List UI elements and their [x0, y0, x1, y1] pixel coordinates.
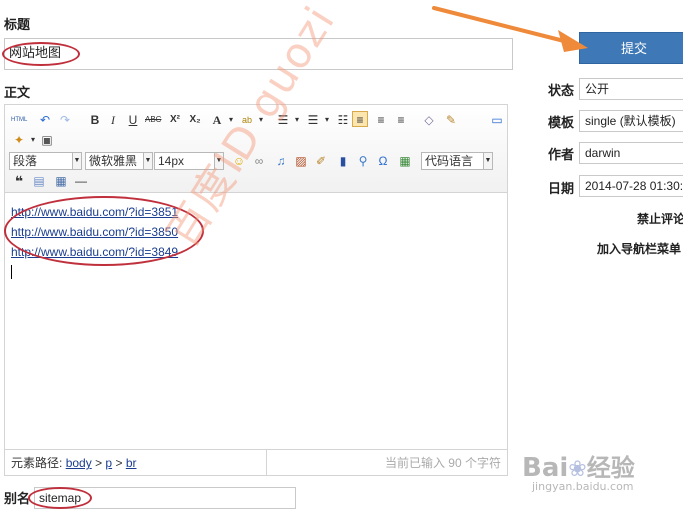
annotation-oval: [2, 42, 80, 66]
indent-icon[interactable]: ☷: [335, 112, 351, 128]
unordered-list-dropdown-icon[interactable]: ▾: [319, 112, 335, 128]
status-select-value: 公开: [585, 82, 610, 96]
html-source-icon[interactable]: HTML: [11, 112, 27, 128]
baidu-logo: Bai❀经验: [522, 448, 635, 483]
path-separator: >: [95, 456, 103, 470]
table-icon[interactable]: ▦: [53, 173, 69, 189]
align-left-icon[interactable]: ≡: [352, 111, 368, 127]
path-item-body[interactable]: body: [66, 456, 92, 470]
template-icon[interactable]: ▤: [31, 173, 47, 189]
video-icon[interactable]: ▮: [335, 153, 351, 169]
path-item-br[interactable]: br: [126, 456, 137, 470]
title-label: 标题: [4, 17, 31, 32]
element-path-label: 元素路径:: [11, 456, 63, 470]
attachment-icon[interactable]: ⚲: [355, 153, 371, 169]
disable-comments-option[interactable]: 禁止评论: [637, 210, 683, 227]
ordered-list-dropdown-icon[interactable]: ▾: [289, 112, 305, 128]
scrawl-icon[interactable]: ✐: [313, 153, 329, 169]
date-label: 日期: [548, 181, 575, 196]
chevron-down-icon: ▼: [72, 153, 81, 169]
author-select[interactable]: darwin: [579, 142, 683, 164]
code-language-select[interactable]: 代码语言 ▼: [421, 152, 493, 170]
align-center-icon[interactable]: ≡: [373, 112, 389, 128]
eraser-icon[interactable]: ◇: [421, 112, 437, 128]
baidu-brand-suffix: 经验: [586, 454, 635, 482]
format-painter-icon[interactable]: ✎: [443, 112, 459, 128]
path-item-p[interactable]: p: [105, 456, 112, 470]
special-char-icon[interactable]: Ω: [375, 153, 391, 169]
baidu-url: jingyan.baidu.com: [532, 480, 634, 493]
date-input-value: 2014-07-28 01:30:0: [585, 179, 683, 193]
author-select-value: darwin: [585, 146, 621, 160]
date-input[interactable]: 2014-07-28 01:30:0: [579, 175, 683, 197]
paragraph-select-value: 段落: [13, 154, 38, 168]
redo-icon[interactable]: ↷: [57, 112, 73, 128]
align-right-icon[interactable]: ≡: [393, 112, 409, 128]
blockquote-icon[interactable]: ❝: [11, 173, 27, 189]
status-label: 状态: [548, 83, 575, 98]
author-label: 作者: [548, 147, 575, 162]
subscript-icon[interactable]: X₂: [187, 112, 203, 128]
path-separator: >: [115, 456, 123, 470]
code-language-select-value: 代码语言: [425, 154, 474, 168]
undo-icon[interactable]: ↶: [37, 112, 53, 128]
annotation-oval: [28, 487, 92, 509]
add-to-nav-option[interactable]: 加入导航栏菜单: [597, 240, 681, 257]
text-caret: [11, 265, 12, 279]
alias-label: 别名: [4, 491, 31, 506]
paw-icon: ❀: [568, 457, 587, 482]
paragraph-select[interactable]: 段落 ▼: [9, 152, 82, 170]
status-select[interactable]: 公开: [579, 78, 683, 100]
font-family-select-value: 微软雅黑: [89, 154, 138, 168]
fullscreen-icon[interactable]: ▭: [489, 112, 505, 128]
paste-icon[interactable]: ▣: [39, 132, 55, 148]
horizontal-rule-icon[interactable]: —: [73, 173, 89, 189]
map-icon[interactable]: ▦: [397, 153, 413, 169]
font-size-select-value: 14px: [158, 154, 185, 168]
template-select[interactable]: single (默认模板): [579, 110, 683, 132]
submit-button[interactable]: 提交: [579, 32, 683, 64]
statusbar-divider: [266, 450, 267, 475]
superscript-icon[interactable]: X²: [167, 112, 183, 128]
template-label: 模板: [548, 115, 575, 130]
body-label: 正文: [4, 85, 31, 100]
image-icon[interactable]: ▨: [293, 153, 309, 169]
baidu-brand: Bai: [522, 453, 569, 483]
strikethrough-icon[interactable]: ABC: [145, 112, 161, 128]
music-icon[interactable]: ♫: [273, 153, 289, 169]
chevron-down-icon: ▼: [143, 153, 152, 169]
element-path: 元素路径: body > p > br: [11, 450, 136, 476]
font-family-select[interactable]: 微软雅黑 ▼: [85, 152, 153, 170]
chevron-down-icon: ▼: [483, 153, 492, 169]
template-select-value: single (默认模板): [585, 114, 676, 128]
annotation-arrow-icon: [432, 6, 588, 52]
editor-statusbar: 元素路径: body > p > br 当前已输入 90 个字符: [5, 449, 507, 475]
italic-icon[interactable]: I: [105, 112, 121, 128]
underline-icon[interactable]: U: [125, 112, 141, 128]
char-count: 当前已输入 90 个字符: [384, 456, 501, 470]
bold-icon[interactable]: B: [87, 112, 103, 128]
